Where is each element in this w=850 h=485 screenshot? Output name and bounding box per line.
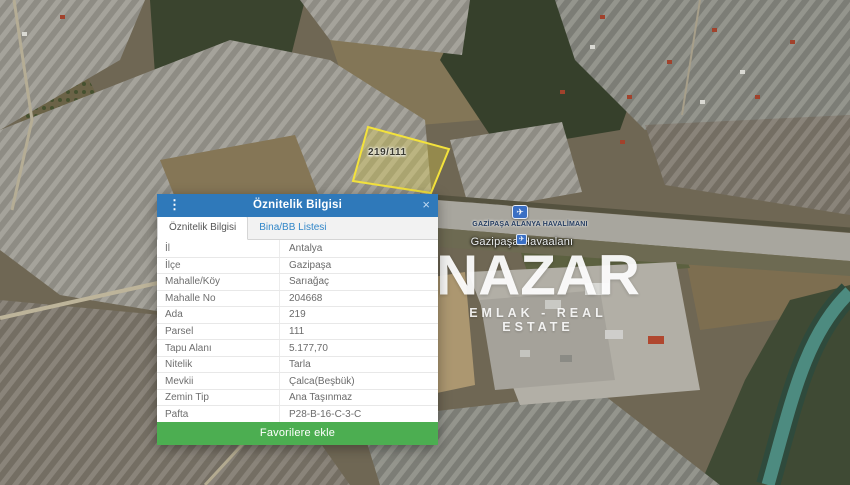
table-row: İlçe Gazipaşa bbox=[157, 257, 438, 274]
airport-marker-icon[interactable]: ✈ bbox=[516, 234, 527, 245]
row-label: İl bbox=[157, 240, 280, 257]
row-value: 219 bbox=[280, 309, 438, 320]
dialog-tabs: Öznitelik Bilgisi Bina/BB Listesi bbox=[157, 217, 438, 240]
row-value: 5.177,70 bbox=[280, 343, 438, 354]
row-value: 204668 bbox=[280, 293, 438, 304]
row-label: Nitelik bbox=[157, 357, 280, 373]
table-row: Mevkii Çalca(Beşbük) bbox=[157, 372, 438, 389]
row-label: Pafta bbox=[157, 406, 280, 422]
row-value: P28-B-16-C-3-C bbox=[280, 409, 438, 420]
row-label: Parsel bbox=[157, 324, 280, 340]
table-row: Parsel 111 bbox=[157, 323, 438, 340]
row-value: Tarla bbox=[280, 359, 438, 370]
row-label: Ada bbox=[157, 307, 280, 323]
map-viewport: 219/111 ✈ GAZİPAŞA ALANYA HAVALİMANI Gaz… bbox=[0, 0, 850, 485]
add-to-favorites-button[interactable]: Favorilere ekle bbox=[157, 422, 438, 445]
row-value: Çalca(Beşbük) bbox=[280, 376, 438, 387]
tab-bina-bb-listesi[interactable]: Bina/BB Listesi bbox=[248, 217, 337, 239]
tab-oznitelik-bilgisi[interactable]: Öznitelik Bilgisi bbox=[157, 216, 248, 240]
table-row: Zemin Tip Ana Taşınmaz bbox=[157, 389, 438, 406]
table-row: Nitelik Tarla bbox=[157, 356, 438, 373]
close-icon[interactable]: × bbox=[422, 194, 430, 217]
table-row: Tapu Alanı 5.177,70 bbox=[157, 339, 438, 356]
building bbox=[560, 355, 572, 362]
table-row: Pafta P28-B-16-C-3-C bbox=[157, 405, 438, 422]
row-label: Tapu Alanı bbox=[157, 340, 280, 356]
table-row: Ada 219 bbox=[157, 306, 438, 323]
parcel-label: 219/111 bbox=[368, 147, 407, 158]
attribute-table: İl Antalya İlçe Gazipaşa Mahalle/Köy Sar… bbox=[157, 240, 438, 422]
row-value: Antalya bbox=[280, 243, 438, 254]
row-value: Gazipaşa bbox=[280, 260, 438, 271]
building bbox=[605, 330, 623, 339]
row-label: Mahalle No bbox=[157, 291, 280, 307]
attribute-info-dialog: ⋮ Öznitelik Bilgisi × Öznitelik Bilgisi … bbox=[157, 194, 438, 445]
building bbox=[545, 300, 561, 309]
row-value: Sarıağaç bbox=[280, 276, 438, 287]
row-value: 111 bbox=[280, 326, 438, 337]
row-label: Zemin Tip bbox=[157, 390, 280, 406]
building bbox=[520, 350, 530, 357]
airplane-icon: ✈ bbox=[516, 207, 524, 217]
airport-caption: GAZİPAŞA ALANYA HAVALİMANI bbox=[470, 221, 590, 228]
table-row: Mahalle/Köy Sarıağaç bbox=[157, 273, 438, 290]
airport-icon[interactable]: ✈ bbox=[512, 205, 528, 219]
airplane-icon: ✈ bbox=[519, 236, 525, 243]
row-label: Mevkii bbox=[157, 373, 280, 389]
building bbox=[585, 283, 609, 295]
dialog-title: Öznitelik Bilgisi bbox=[157, 194, 438, 217]
table-row: İl Antalya bbox=[157, 240, 438, 257]
table-row: Mahalle No 204668 bbox=[157, 290, 438, 307]
row-label: İlçe bbox=[157, 258, 280, 274]
row-value: Ana Taşınmaz bbox=[280, 392, 438, 403]
building-red-roof bbox=[648, 336, 664, 344]
row-label: Mahalle/Köy bbox=[157, 274, 280, 290]
dialog-header: ⋮ Öznitelik Bilgisi × bbox=[157, 194, 438, 217]
